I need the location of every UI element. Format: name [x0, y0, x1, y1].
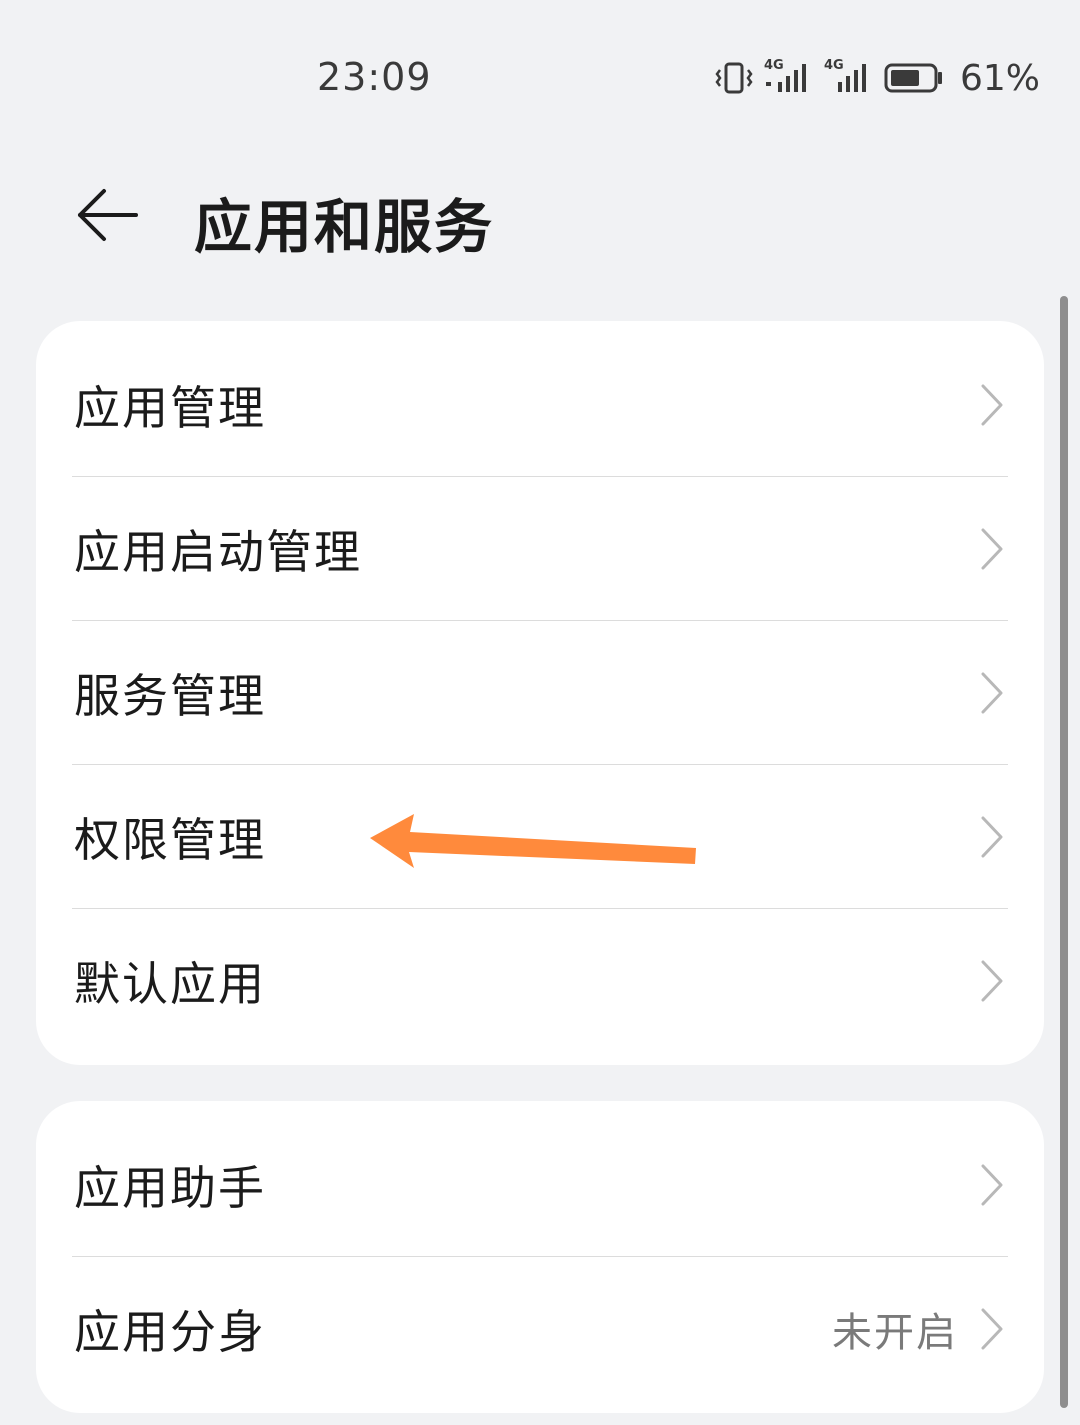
chevron-right-icon — [981, 672, 1003, 714]
list-item-label: 应用管理 — [74, 381, 266, 435]
list-item-app-twin[interactable]: 应用分身 未开启 — [36, 1257, 1044, 1401]
annotation-arrow-icon — [370, 814, 696, 868]
list-item-label: 权限管理 — [74, 813, 266, 867]
chevron-right-icon — [981, 816, 1003, 858]
battery-icon — [884, 63, 942, 93]
list-item-label: 服务管理 — [74, 669, 266, 723]
chevron-right-icon — [981, 960, 1003, 1002]
chevron-right-icon — [981, 1164, 1003, 1206]
status-time: 23:09 — [317, 55, 432, 99]
scrollbar[interactable] — [1060, 296, 1068, 1408]
status-icons: 4G 4G 61% — [714, 57, 1040, 99]
status-bar: 23:09 4G 4G 61% — [0, 0, 1080, 150]
list-item-label: 应用启动管理 — [74, 525, 362, 579]
list-item-app-launch-management[interactable]: 应用启动管理 — [36, 477, 1044, 621]
page-title: 应用和服务 — [194, 193, 495, 261]
vibrate-icon — [715, 62, 753, 94]
list-item-label: 默认应用 — [74, 957, 266, 1011]
header: 应用和服务 — [0, 160, 1080, 270]
list-item-label: 应用助手 — [74, 1161, 266, 1215]
list-item-service-management[interactable]: 服务管理 — [36, 621, 1044, 765]
battery-percentage: 61% — [959, 57, 1040, 99]
chevron-right-icon — [981, 384, 1003, 426]
chevron-right-icon — [981, 1308, 1003, 1350]
signal-icon: 4G — [764, 58, 814, 96]
settings-group-2: 应用助手 应用分身 未开启 — [36, 1101, 1044, 1413]
settings-group-1: 应用管理 应用启动管理 服务管理 权限管理 默认应用 — [36, 321, 1044, 1065]
chevron-right-icon — [981, 528, 1003, 570]
list-item-app-management[interactable]: 应用管理 — [36, 333, 1044, 477]
list-item-label: 应用分身 — [74, 1305, 266, 1359]
back-button[interactable] — [70, 182, 146, 248]
list-item-default-apps[interactable]: 默认应用 — [36, 909, 1044, 1053]
signal-icon: 4G — [824, 58, 874, 96]
list-item-status: 未开启 — [832, 1310, 958, 1356]
arrow-left-icon — [78, 189, 138, 241]
list-item-app-assistant[interactable]: 应用助手 — [36, 1113, 1044, 1257]
